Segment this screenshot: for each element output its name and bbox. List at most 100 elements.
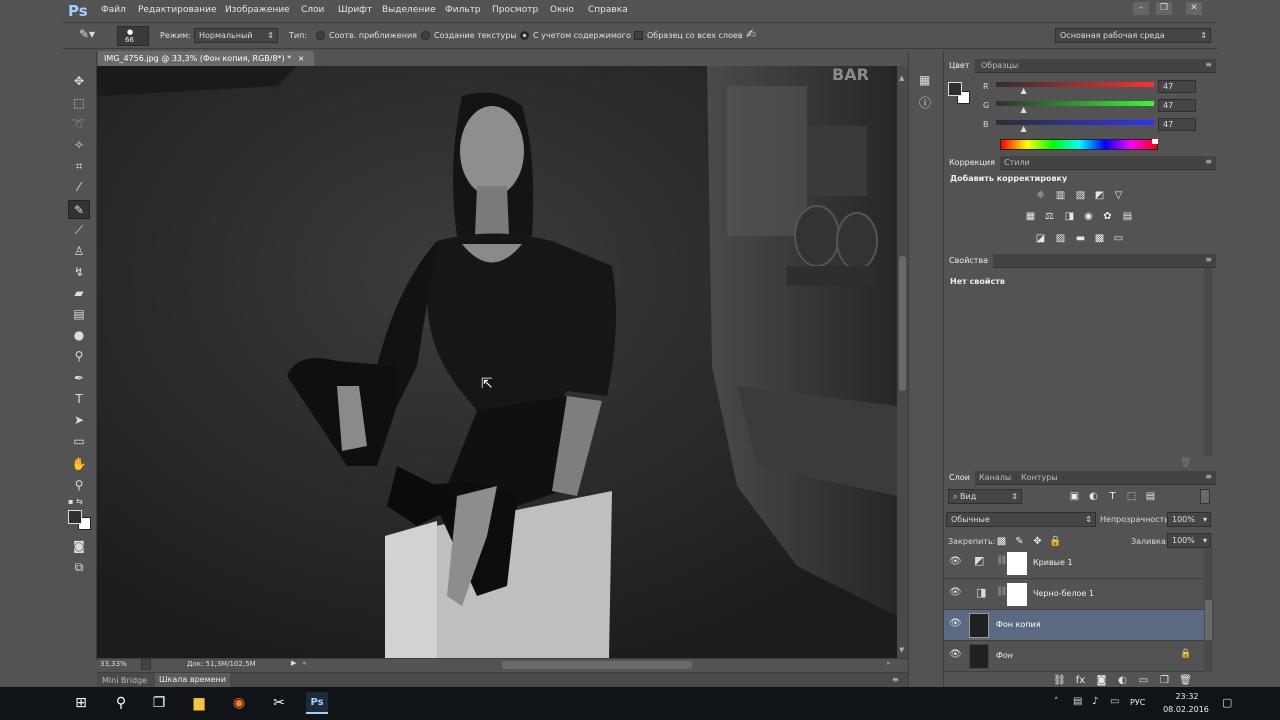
status-arrow-icon[interactable]: ▶	[291, 659, 296, 667]
pen-tool-icon[interactable]: ✒	[68, 369, 90, 388]
marquee-tool-icon[interactable]: ⬚	[68, 94, 90, 113]
fill-input[interactable]: 100% ▾	[1167, 533, 1211, 548]
add-mask-icon[interactable]: ◙	[1095, 675, 1108, 686]
close-window-button[interactable]: ✕	[1186, 2, 1202, 15]
language-indicator[interactable]: РУС	[1130, 698, 1145, 707]
color-balance-adjustment-icon[interactable]: ⚖	[1043, 211, 1056, 222]
screen-mode-icon[interactable]: ⧉	[68, 558, 90, 577]
healing-brush-tool-icon[interactable]: ✎	[68, 200, 90, 219]
zoom-level[interactable]: 33,33%	[100, 660, 127, 668]
menu-select[interactable]: Выделение	[382, 5, 436, 15]
color-spectrum-bar[interactable]	[1000, 139, 1158, 150]
g-slider-thumb-icon[interactable]: ▲	[1020, 105, 1026, 114]
status-menu-icon[interactable]	[141, 659, 151, 670]
spectrum-white-swatch[interactable]	[1152, 139, 1158, 144]
brush-tool-icon[interactable]: ⟋	[68, 221, 90, 240]
network-icon[interactable]: ▤	[1073, 696, 1082, 707]
layer-row[interactable]: 👁 Фон копия	[944, 610, 1204, 641]
spot-healing-brush-icon[interactable]: ✎▾	[79, 27, 101, 43]
posterize-adjustment-icon[interactable]: ▨	[1054, 233, 1067, 244]
tab-timeline[interactable]: Шкала времени	[155, 673, 230, 687]
volume-icon[interactable]: ♪	[1092, 696, 1098, 707]
r-value-input[interactable]: 47	[1158, 80, 1196, 93]
panel-menu-icon[interactable]: ≡	[1205, 472, 1212, 481]
layer-mask-thumbnail[interactable]	[1007, 583, 1027, 606]
battery-icon[interactable]: ▭	[1110, 696, 1119, 707]
layer-row[interactable]: 👁 Фон 🔒	[944, 641, 1204, 672]
windows-start-icon[interactable]: ⊞	[70, 692, 92, 714]
quick-mask-icon[interactable]: ◙	[68, 537, 90, 556]
close-document-icon[interactable]: ×	[298, 54, 305, 63]
channel-mixer-adjustment-icon[interactable]: ✿	[1101, 211, 1114, 222]
hue-saturation-adjustment-icon[interactable]: ▦	[1024, 211, 1037, 222]
lock-pixels-icon[interactable]: ✎	[1013, 536, 1026, 547]
layer-filter-select[interactable]: ⌕ Вид ⇕	[948, 489, 1022, 504]
minimize-button[interactable]: –	[1133, 2, 1149, 15]
mode-select[interactable]: Нормальный ⇕	[194, 28, 278, 43]
dodge-tool-icon[interactable]: ⚲	[68, 347, 90, 366]
fx-icon[interactable]: fx	[1074, 675, 1087, 686]
eraser-tool-icon[interactable]: ▰	[68, 284, 90, 303]
zoom-tool-icon[interactable]: ⚲	[68, 476, 90, 495]
menu-view[interactable]: Просмотр	[492, 5, 538, 15]
menu-edit[interactable]: Редактирование	[138, 5, 217, 15]
search-icon[interactable]: ⚲	[110, 692, 132, 714]
tab-layers[interactable]: Слои	[944, 471, 975, 485]
type-tool-icon[interactable]: T	[68, 390, 90, 409]
menu-window[interactable]: Окно	[550, 5, 574, 15]
crop-tool-icon[interactable]: ⌗	[68, 157, 90, 176]
task-view-icon[interactable]: ❐	[148, 692, 170, 714]
gradient-map-adjustment-icon[interactable]: ▭	[1112, 233, 1125, 244]
move-tool-icon[interactable]: ✥	[68, 72, 90, 91]
panel-menu-icon[interactable]: ≡	[1205, 60, 1212, 69]
blend-mode-select[interactable]: Обычные ⇕	[946, 512, 1096, 527]
path-select-tool-icon[interactable]: ➤	[68, 411, 90, 430]
levels-adjustment-icon[interactable]: ▥	[1054, 190, 1067, 201]
eye-icon[interactable]: 👁	[949, 587, 962, 598]
horizontal-scroll-thumb[interactable]	[502, 661, 692, 669]
delete-layer-icon[interactable]: 🗑	[1179, 675, 1192, 686]
black-white-adjustment-icon[interactable]: ◨	[1063, 211, 1076, 222]
clock-time[interactable]: 23:32	[1167, 692, 1207, 701]
menu-type[interactable]: Шрифт	[338, 5, 372, 15]
info-panel-icon[interactable]: ⓘ	[919, 94, 933, 110]
new-layer-icon[interactable]: ❐	[1158, 675, 1171, 686]
g-slider[interactable]: ▲	[996, 101, 1154, 114]
radio-proximity[interactable]	[316, 31, 325, 40]
history-brush-tool-icon[interactable]: ↯	[68, 263, 90, 282]
layers-scroll-thumb[interactable]	[1205, 600, 1212, 640]
firefox-icon[interactable]: ◉	[228, 692, 250, 714]
gradient-tool-icon[interactable]: ▤	[68, 305, 90, 324]
tab-styles[interactable]: Стили	[999, 156, 1035, 170]
opacity-input[interactable]: 100% ▾	[1167, 512, 1211, 527]
color-lookup-adjustment-icon[interactable]: ▤	[1121, 211, 1134, 222]
tab-color[interactable]: Цвет	[944, 59, 975, 73]
scroll-up-icon[interactable]: ▲	[899, 74, 906, 84]
document-tab[interactable]: IMG_4756.jpg @ 33,3% (Фон копия, RGB/8*)…	[98, 51, 314, 66]
menu-image[interactable]: Изображение	[225, 5, 290, 15]
workspace-select[interactable]: Основная рабочая среда ⇕	[1055, 28, 1211, 43]
layer-thumbnail[interactable]	[969, 644, 989, 669]
eye-icon[interactable]: 👁	[949, 556, 962, 567]
new-group-icon[interactable]: ▭	[1137, 675, 1150, 686]
filter-smart-object-icon[interactable]: ▤	[1144, 491, 1157, 502]
layer-thumbnail[interactable]	[969, 613, 989, 638]
b-slider-thumb-icon[interactable]: ▲	[1020, 124, 1026, 133]
filter-toggle-switch[interactable]	[1200, 489, 1210, 504]
photo-filter-adjustment-icon[interactable]: ◉	[1082, 211, 1095, 222]
menu-filter[interactable]: Фильтр	[445, 5, 481, 15]
filter-type-icon[interactable]: T	[1106, 491, 1119, 502]
invert-adjustment-icon[interactable]: ◪	[1034, 233, 1047, 244]
selective-color-adjustment-icon[interactable]: ▩	[1093, 233, 1106, 244]
panel-menu-icon[interactable]: ≡	[1205, 157, 1212, 166]
restore-button[interactable]: ❐	[1156, 2, 1172, 15]
shape-tool-icon[interactable]: ▭	[68, 432, 90, 451]
notifications-icon[interactable]: ▢	[1222, 696, 1232, 709]
brush-preset-picker[interactable]: ● 66	[117, 26, 149, 46]
lasso-tool-icon[interactable]: ➰	[68, 115, 90, 134]
scroll-right-icon[interactable]: ▸	[887, 659, 891, 667]
hand-tool-icon[interactable]: ✋	[68, 455, 90, 474]
stamp-tool-icon[interactable]: ♙	[68, 242, 90, 261]
menu-layers[interactable]: Слои	[301, 5, 324, 15]
properties-scrollbar[interactable]	[1204, 268, 1213, 456]
